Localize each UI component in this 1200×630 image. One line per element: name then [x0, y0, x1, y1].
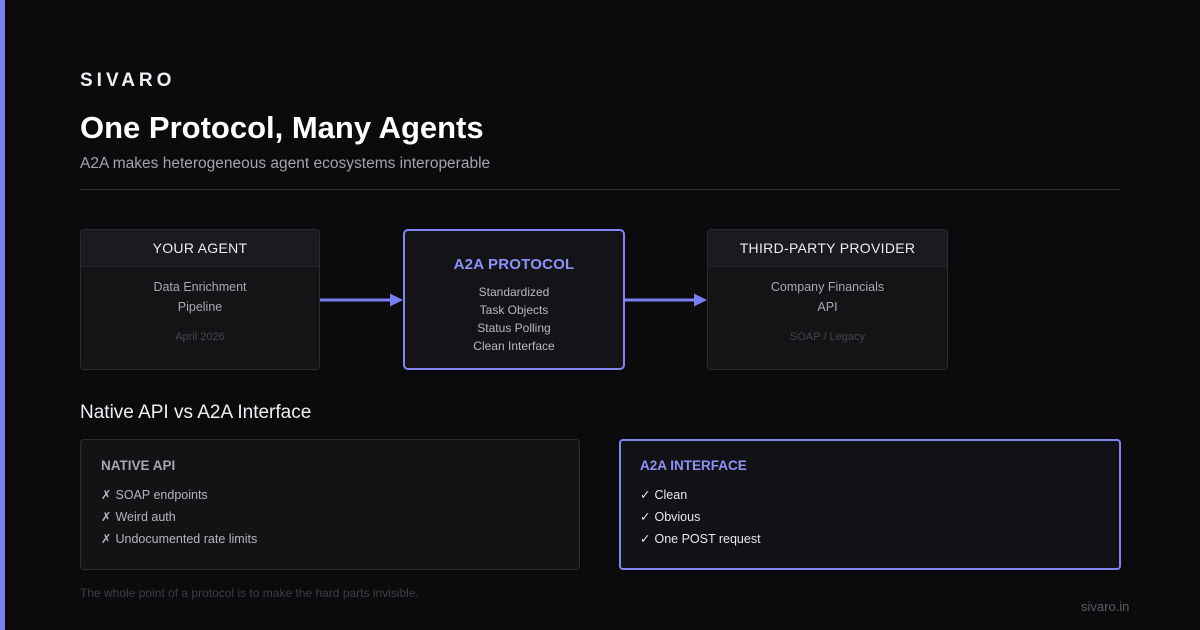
- your-agent-date: April 2026: [175, 331, 225, 343]
- your-agent-box: YOUR AGENT Data Enrichment Pipeline Apri…: [80, 229, 320, 370]
- third-party-provider-box: THIRD-PARTY PROVIDER Company Financials …: [707, 229, 948, 370]
- a2a-interface-item-text: Obvious: [654, 510, 701, 524]
- check-icon: ✓: [640, 532, 651, 546]
- arrow-agent-to-protocol: [320, 293, 403, 307]
- accent-bar: [0, 0, 5, 630]
- a2a-protocol-item: Standardized: [478, 285, 550, 299]
- a2a-interface-item-text: Clean: [654, 488, 688, 502]
- footnote: The whole point of a protocol is to make…: [80, 586, 419, 600]
- header-divider: [80, 189, 1120, 190]
- a2a-protocol-item: Clean Interface: [473, 339, 555, 353]
- a2a-interface-title: A2A INTERFACE: [640, 458, 747, 473]
- third-party-line: API: [817, 300, 838, 314]
- third-party-header: THIRD-PARTY PROVIDER: [708, 230, 947, 267]
- a2a-interface-item: ✓ Clean: [640, 484, 1119, 506]
- a2a-protocol-title: A2A PROTOCOL: [453, 256, 575, 273]
- native-api-title: NATIVE API: [101, 458, 176, 473]
- cross-icon: ✗: [101, 510, 112, 524]
- a2a-protocol-item: Status Polling: [477, 321, 551, 335]
- native-api-card: NATIVE API ✗ SOAP endpoints ✗ Weird auth ✗…: [80, 439, 580, 570]
- cross-icon: ✗: [101, 532, 112, 546]
- page-subtitle: A2A makes heterogeneous agent ecosystems…: [80, 155, 491, 172]
- native-api-item-text: SOAP endpoints: [115, 488, 208, 502]
- page-title: One Protocol, Many Agents: [80, 110, 484, 145]
- your-agent-body: Data Enrichment Pipeline: [81, 267, 319, 317]
- site-url: sivaro.in: [1081, 599, 1130, 614]
- comparison-title: Native API vs A2A Interface: [80, 402, 312, 423]
- a2a-interface-item-text: One POST request: [654, 532, 761, 546]
- third-party-line: Company Financials: [770, 280, 885, 294]
- check-icon: ✓: [640, 510, 651, 524]
- your-agent-line: Data Enrichment: [153, 280, 247, 294]
- your-agent-line: Pipeline: [177, 300, 223, 314]
- native-api-item-text: Weird auth: [115, 510, 176, 524]
- a2a-interface-card: A2A INTERFACE ✓ Clean ✓ Obvious ✓ One POST …: [619, 439, 1121, 570]
- a2a-interface-item: ✓ One POST request: [640, 528, 1119, 550]
- native-api-item-text: Undocumented rate limits: [115, 532, 258, 546]
- check-icon: ✓: [640, 488, 651, 502]
- a2a-protocol-box: A2A PROTOCOL Standardized Task Objects S…: [403, 229, 625, 370]
- third-party-tag: SOAP / Legacy: [789, 331, 865, 343]
- your-agent-header: YOUR AGENT: [81, 230, 319, 267]
- native-api-item: ✗ Undocumented rate limits: [101, 528, 579, 550]
- third-party-body: Company Financials API: [708, 267, 947, 317]
- brand-logo: SIVARO: [80, 70, 176, 91]
- native-api-item: ✗ Weird auth: [101, 506, 579, 528]
- cross-icon: ✗: [101, 488, 112, 502]
- a2a-protocol-item: Task Objects: [479, 303, 549, 317]
- a2a-protocol-items: Standardized Task Objects Status Polling…: [405, 283, 623, 355]
- arrow-protocol-to-provider: [625, 293, 707, 307]
- native-api-item: ✗ SOAP endpoints: [101, 484, 579, 506]
- a2a-interface-item: ✓ Obvious: [640, 506, 1119, 528]
